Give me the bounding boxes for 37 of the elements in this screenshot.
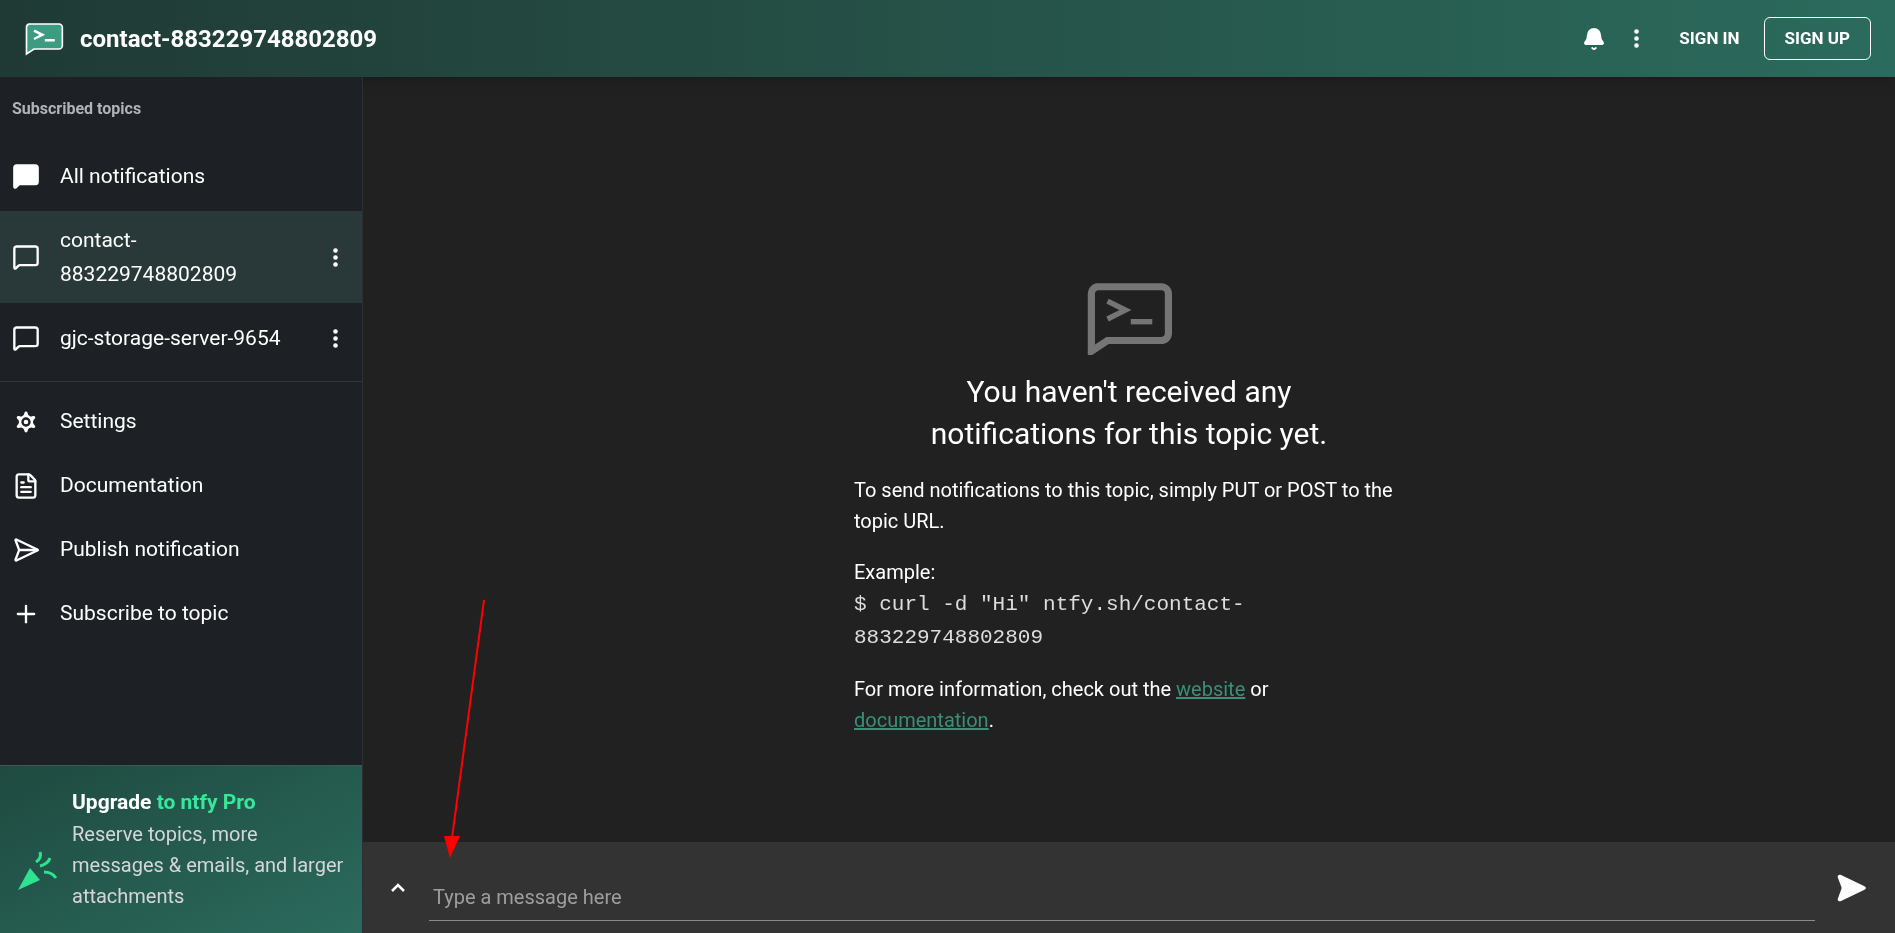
topic-item[interactable]: gjc-storage-server-9654 [0,303,362,373]
more-vertical-icon [1634,29,1640,48]
chat-bubble-icon [12,324,40,352]
nav-item[interactable]: Documentation [0,454,362,518]
terminal-chat-icon [1086,283,1172,355]
intro-text: To send notifications to this topic, simply PUT or POST to the topic URL. [854,477,1394,535]
more-vertical-icon [333,247,338,267]
chevron-up-icon [391,883,405,892]
more-info-text: For more information, check out the website or documentation. [854,676,1270,734]
topic-label: gjc-storage-server-9654 [60,325,282,352]
documentation-link[interactable]: documentation [854,708,989,732]
nav-item[interactable]: Settings [0,390,362,454]
bell-icon [1582,26,1607,51]
topic-label: contact-883229748802809 [60,227,239,288]
chat-bubble-icon [12,162,40,190]
upgrade-promo-card[interactable]: Upgrade to ntfy Pro Reserve topics, more messages & emails, and larger attachments [0,765,362,933]
app-logo-icon [24,21,64,56]
send-icon [12,536,40,564]
sign-in-button[interactable]: SIGN IN [1667,17,1752,60]
website-link[interactable]: website [1176,677,1246,701]
promo-text: Reserve topics, more messages & emails, and larger attachments [72,820,345,910]
sidebar-heading: Subscribed topics [11,98,143,120]
message-input-field[interactable]: Type a message here [429,854,1815,921]
topic-label: All notifications [60,163,207,190]
example-label: Example: [854,559,937,586]
topic-item[interactable]: contact-883229748802809 [0,211,362,303]
example-command: $ curl -d "Hi" ntfy.sh/contact-883229748802809 [854,592,1246,651]
promo-title: Upgrade to ntfy Pro [72,789,257,817]
nav-item[interactable]: Publish notification [0,518,362,582]
sign-up-button[interactable]: SIGN UP [1763,16,1871,61]
topic-item[interactable]: All notifications [0,141,362,211]
empty-state-heading: You haven't received any notifications for this topic yet. [929,373,1329,453]
chat-bubble-icon [12,243,40,271]
nav-item[interactable]: Subscribe to topic [0,582,362,646]
message-input[interactable]: Type a message here [433,878,1263,916]
more-vertical-icon [333,328,338,348]
page-title: contact-883229748802809 [80,23,378,55]
